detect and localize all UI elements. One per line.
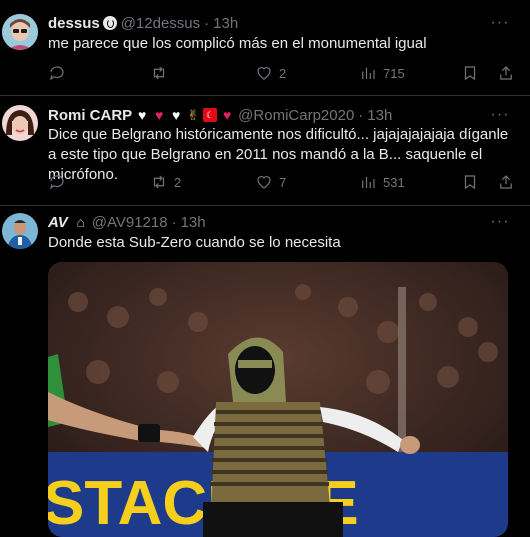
handle[interactable]: @12dessus — [121, 15, 200, 32]
views-count: 531 — [383, 174, 405, 190]
retweet-button[interactable]: 2 — [150, 172, 181, 192]
bookmark-button[interactable] — [461, 63, 479, 83]
bookmark-icon — [464, 66, 476, 81]
tweet-text: Donde esta Sub-Zero cuando se lo necesit… — [48, 234, 341, 251]
retweet-button[interactable] — [150, 63, 174, 83]
share-icon — [500, 66, 512, 80]
more-icon[interactable]: ··· — [490, 13, 510, 33]
like-button[interactable]: 2 — [255, 63, 286, 83]
retweet-icon — [153, 66, 165, 80]
action-bar: 2 715 — [48, 63, 518, 83]
retweet-count: 2 — [174, 174, 182, 190]
separator: · — [204, 14, 210, 32]
red-heart-icon: ♥ — [155, 107, 164, 123]
share-icon — [500, 175, 512, 189]
views-count: 715 — [383, 65, 405, 81]
house-icon: ⌂ — [76, 214, 85, 230]
tweet-1[interactable]: dessus @12dessus · 13h ··· me parece que… — [0, 0, 530, 96]
display-name[interactable]: AV — [48, 214, 68, 231]
more-icon[interactable]: ··· — [490, 212, 510, 232]
handle[interactable]: @AV91218 — [92, 214, 168, 231]
stadium-photo: STACIONE — [48, 262, 508, 537]
rock-hand-icon: ✌ — [187, 107, 200, 123]
reply-button[interactable] — [48, 63, 72, 83]
like-button[interactable]: 7 — [255, 172, 286, 192]
red-heart-icon: ♥ — [223, 107, 232, 123]
white-heart-icon: ♥ — [172, 107, 181, 123]
display-name[interactable]: dessus — [48, 15, 100, 32]
like-count: 2 — [279, 65, 287, 81]
white-heart-icon: ♥ — [138, 107, 147, 123]
avatar-image — [2, 14, 38, 50]
bookmark-icon — [464, 175, 476, 190]
like-count: 7 — [279, 174, 287, 190]
action-bar: 2 7 531 — [48, 172, 518, 192]
separator: · — [171, 213, 177, 231]
tweet-2[interactable]: Romi CARP ♥ ♥ ♥ ✌ ☾ ♥ @RomiCarp2020 · 13… — [0, 95, 530, 206]
share-button[interactable] — [497, 172, 515, 192]
timestamp[interactable]: 13h — [367, 107, 392, 124]
display-name[interactable]: Romi CARP — [48, 107, 132, 124]
share-button[interactable] — [497, 63, 515, 83]
reply-button[interactable] — [48, 172, 72, 192]
like-icon — [257, 67, 271, 80]
timestamp[interactable]: 13h — [181, 214, 206, 231]
avatar-image — [2, 213, 38, 249]
reply-icon — [50, 175, 64, 190]
more-icon[interactable]: ··· — [490, 105, 510, 125]
tweet-header: Romi CARP ♥ ♥ ♥ ✌ ☾ ♥ @RomiCarp2020 · 13… — [48, 105, 392, 125]
tweet-header: AV ⌂ @AV91218 · 13h — [48, 212, 206, 232]
tweet-text: me parece que los complicó más en el mon… — [48, 35, 427, 52]
reply-icon — [50, 66, 64, 81]
avatar-image — [2, 105, 38, 141]
retweet-icon — [153, 175, 165, 189]
verified-badge-icon — [102, 16, 117, 30]
bookmark-button[interactable] — [461, 172, 479, 192]
turkey-flag-icon: ☾ — [203, 108, 218, 122]
views-button[interactable]: 531 — [359, 172, 405, 192]
avatar[interactable] — [2, 14, 38, 50]
handle[interactable]: @RomiCarp2020 — [238, 107, 354, 124]
avatar[interactable] — [2, 105, 38, 141]
timestamp[interactable]: 13h — [213, 15, 238, 32]
views-button[interactable]: 715 — [359, 63, 405, 83]
avatar[interactable] — [2, 213, 38, 249]
like-icon — [257, 176, 271, 189]
tweet-media-photo[interactable]: STACIONE — [48, 262, 508, 537]
tweet-header: dessus @12dessus · 13h — [48, 13, 238, 33]
views-icon — [362, 176, 375, 188]
views-icon — [362, 67, 375, 79]
separator: · — [358, 106, 364, 124]
